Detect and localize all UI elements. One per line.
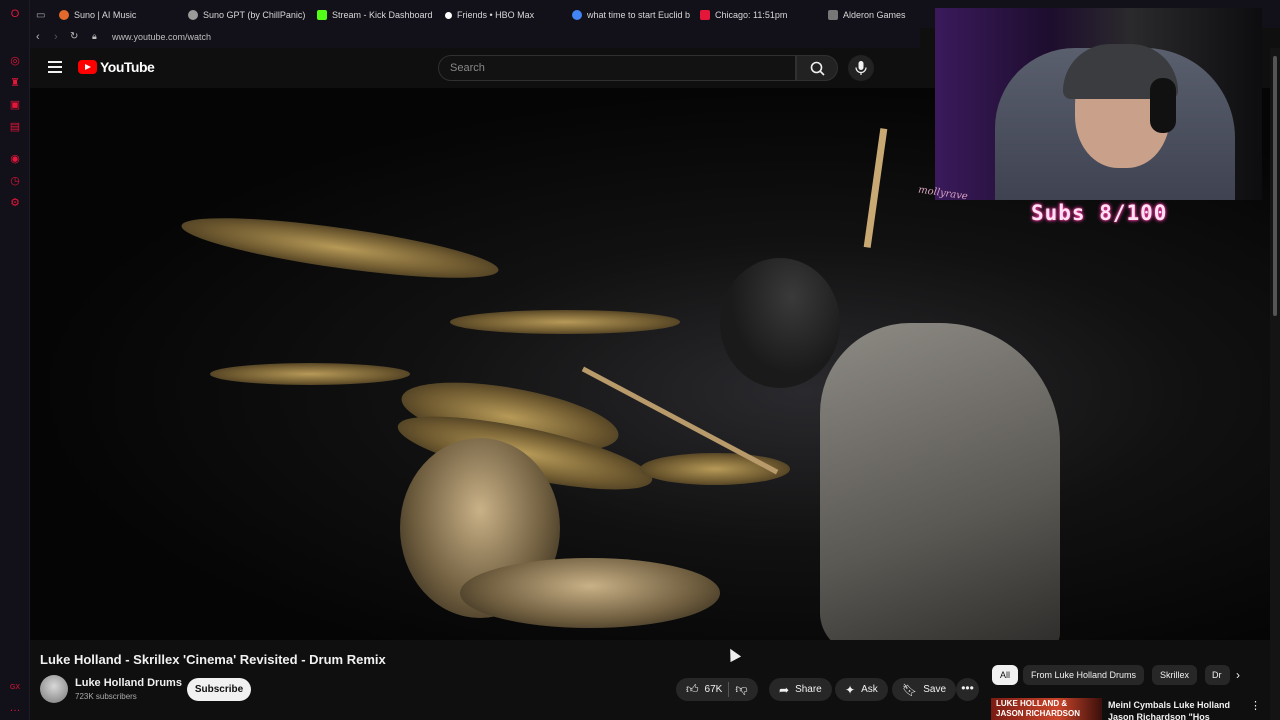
thumbs-up-icon[interactable]: 👍︎	[686, 682, 699, 697]
search-button[interactable]	[796, 55, 838, 81]
subs-goal-counter: Subs 8/100	[1031, 201, 1168, 225]
channel-avatar[interactable]	[40, 675, 68, 703]
recommendation-title[interactable]: Meinl Cymbals Luke Holland Jason Richard…	[1108, 699, 1236, 720]
settings-icon[interactable]: ⚙	[9, 197, 21, 209]
cymbal	[178, 205, 502, 291]
microphone-icon	[855, 61, 867, 75]
divider	[728, 682, 730, 697]
search-icon	[810, 61, 825, 76]
tab-suno[interactable]: Suno | AI Music	[59, 7, 136, 23]
tab-chicago[interactable]: Chicago: 11:51pm	[700, 7, 787, 23]
tab-label: Alderon Games	[843, 10, 906, 20]
share-icon: ➦	[779, 682, 790, 697]
youtube-logo[interactable]: YouTube	[78, 59, 155, 75]
tab-label: Stream - Kick Dashboard	[332, 10, 433, 20]
tab-label: what time to start Euclid b	[587, 10, 691, 20]
youtube-wordmark: YouTube	[100, 59, 155, 75]
youtube-header: YouTube Search	[30, 48, 920, 88]
webcam-overlay	[935, 8, 1262, 200]
tab-alderon[interactable]: Alderon Games	[828, 7, 906, 23]
search-input[interactable]: Search	[438, 55, 796, 81]
hbo-icon	[445, 11, 452, 19]
address-bar: ‹ › ↻ 🔒︎ www.youtube.com/watch	[30, 28, 920, 48]
clock-icon[interactable]: ◷	[9, 175, 21, 187]
tab-label: Chicago: 11:51pm	[715, 10, 788, 20]
reload-icon[interactable]: ↻	[70, 31, 78, 42]
ask-button[interactable]: ✦ Ask	[835, 678, 888, 701]
recommendation-thumbnail[interactable]: LUKE HOLLAND & JASON RICHARDSON	[991, 698, 1102, 720]
voice-search-button[interactable]	[848, 55, 874, 81]
tab-suno-gpt[interactable]: Suno GPT (by ChillPanic)	[188, 7, 305, 23]
chicago-icon	[700, 10, 710, 20]
history-icon[interactable]: ◉	[9, 153, 21, 165]
url-field[interactable]: www.youtube.com/watch	[112, 32, 211, 42]
more-actions-icon[interactable]: •••	[956, 678, 979, 701]
channel-name[interactable]: Luke Holland Drums	[75, 677, 182, 689]
screen: O ◎ ♜ ▣ ▤ ◉ ◷ ⚙ GX … ▭ Suno | AI Music S…	[0, 0, 1280, 720]
tab-google[interactable]: what time to start Euclid b	[572, 7, 690, 23]
cymbal	[450, 310, 680, 334]
twitch-icon[interactable]: ♜	[9, 77, 21, 89]
messenger-icon[interactable]: ◎	[9, 55, 21, 67]
headphones	[1150, 78, 1176, 133]
forward-icon[interactable]: ›	[54, 31, 58, 43]
more-icon[interactable]: …	[9, 702, 21, 714]
lock-icon: 🔒︎	[92, 31, 97, 41]
thumb-text: LUKE HOLLAND &	[996, 699, 1068, 708]
thumb-text: JASON RICHARDSON	[996, 709, 1081, 718]
chip-skrillex[interactable]: Skrillex	[1152, 665, 1198, 685]
video-title: Luke Holland - Skrillex 'Cinema' Revisit…	[40, 652, 386, 667]
subscriber-count: 723K subscribers	[75, 692, 137, 701]
subscribe-button[interactable]: Subscribe	[187, 678, 251, 701]
like-count[interactable]: 67K	[705, 684, 723, 695]
tab-label: Friends • HBO Max	[457, 10, 535, 20]
share-button[interactable]: ➦ Share	[769, 678, 832, 701]
tab-hbo[interactable]: Friends • HBO Max	[445, 7, 534, 23]
thumbs-down-icon[interactable]: 👎︎	[735, 682, 747, 697]
bookmark-icon: 🔖︎	[902, 682, 918, 697]
snare-drum	[460, 558, 720, 628]
drummer	[820, 323, 1060, 640]
youtube-play-icon	[78, 60, 97, 74]
chatgpt-icon	[188, 10, 198, 20]
suno-icon	[59, 10, 69, 20]
save-label: Save	[923, 684, 947, 695]
drumstick	[863, 128, 888, 248]
chevron-right-icon[interactable]: ›	[1236, 668, 1240, 682]
tab-label: Suno | AI Music	[74, 10, 137, 20]
like-dislike-group: 👍︎ 67K 👎︎	[676, 678, 758, 701]
gx-label: GX	[9, 684, 21, 691]
chip-truncated[interactable]: Dr	[1205, 665, 1230, 685]
save-button[interactable]: 🔖︎ Save	[892, 678, 957, 701]
tab-label: Suno GPT (by ChillPanic)	[203, 10, 306, 20]
alderon-icon	[828, 10, 838, 20]
share-label: Share	[795, 684, 822, 695]
back-icon[interactable]: ‹	[36, 31, 40, 43]
ask-label: Ask	[861, 684, 878, 695]
google-icon	[572, 10, 582, 20]
cymbal	[210, 363, 410, 385]
browser-sidebar: O ◎ ♜ ▣ ▤ ◉ ◷ ⚙ GX …	[0, 0, 30, 720]
chip-all[interactable]: All	[992, 665, 1019, 685]
instagram-icon[interactable]: ▣	[9, 99, 21, 111]
music-icon[interactable]: ▤	[9, 121, 21, 133]
opera-gx-icon[interactable]: O	[9, 8, 21, 20]
drummer-head	[720, 258, 840, 388]
sparkle-icon: ✦	[845, 682, 856, 697]
tab-new-window-icon[interactable]: ▭	[36, 7, 45, 23]
mouse-cursor	[724, 645, 742, 663]
menu-icon[interactable]	[48, 61, 62, 73]
tab-kick[interactable]: Stream - Kick Dashboard	[317, 7, 433, 23]
chip-from-channel[interactable]: From Luke Holland Drums	[1023, 665, 1145, 685]
kebab-menu-icon[interactable]: ⋮	[1250, 699, 1261, 712]
kick-icon	[317, 10, 327, 20]
scrollbar-thumb[interactable]	[1273, 56, 1277, 316]
search-placeholder: Search	[450, 62, 485, 74]
page-scrollbar[interactable]	[1270, 48, 1280, 720]
